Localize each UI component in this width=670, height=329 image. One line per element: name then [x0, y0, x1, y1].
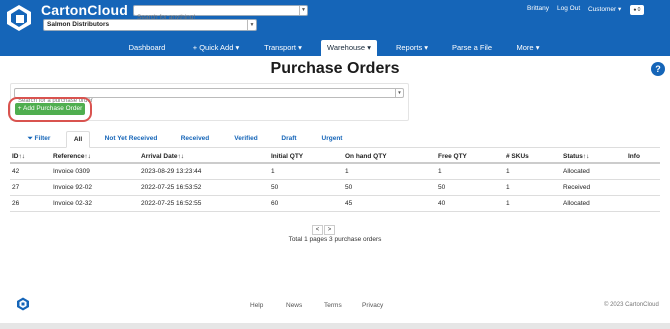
customer-label: Customer [588, 6, 617, 13]
cell-status: Allocated [563, 200, 590, 207]
cell-on-hand-qty: 1 [345, 168, 349, 175]
column-header-info: Info [628, 153, 640, 160]
filter-label: Filter [34, 135, 51, 142]
cartoncloud-logo-icon[interactable] [5, 4, 33, 32]
pagination-summary: Total 1 pages 3 purchase orders [288, 236, 382, 243]
brand-name[interactable]: CartonCloud [41, 2, 128, 18]
column-header-initial-qty: Initial QTY [271, 153, 304, 160]
copyright: © 2023 CartonCloud [604, 302, 659, 308]
footer-news-link[interactable]: News [286, 302, 302, 309]
filter-button[interactable]: ⏷ Filter [24, 131, 54, 148]
cell-free-qty: 40 [438, 200, 446, 207]
cell-id: 26 [12, 200, 20, 207]
nav-quick-add-label: + Quick Add [192, 43, 234, 52]
chevron-down-icon[interactable]: ▼ [247, 20, 256, 30]
filter-icon: ⏷ [27, 135, 33, 142]
cell-arrival-date: 2022-07-25 16:52:55 [141, 200, 202, 207]
caret-down-icon: ▾ [424, 43, 429, 52]
cell-reference: Invoice 92-02 [53, 184, 93, 191]
tab-urgent[interactable]: Urgent [319, 131, 345, 148]
tab-received[interactable]: Received [178, 131, 212, 148]
nav-more-label: More [516, 43, 534, 52]
cell-free-qty: 50 [438, 184, 446, 191]
nav-transport-label: Transport [264, 43, 296, 52]
bottom-bar [0, 323, 670, 329]
table-row[interactable]: 42 Invoice 0309 2023-08-29 13:23:44 1 1 … [10, 164, 660, 180]
global-search[interactable]: ▼ [133, 5, 308, 22]
caret-down-icon: ▾ [618, 6, 622, 13]
nav-reports[interactable]: Reports ▾ [390, 40, 434, 56]
logout-link[interactable]: Log Out [557, 5, 580, 12]
caret-down-icon: ▾ [298, 43, 302, 52]
cell-skus: 1 [506, 168, 510, 175]
column-header-status[interactable]: Status↑↓ [563, 151, 589, 162]
page: CartonCloud ▼ Salmon Distributors ▼ Brit… [0, 0, 670, 329]
cell-arrival-date: 2023-08-29 13:23:44 [141, 168, 202, 175]
status-tabs: ⏷ Filter All Not Yet Received Received V… [10, 131, 660, 148]
cell-id: 42 [12, 168, 20, 175]
next-page-button[interactable]: > [324, 225, 335, 235]
user-name-link[interactable]: Brittany [527, 5, 549, 12]
footer-logo-icon [17, 297, 29, 311]
chevron-down-icon[interactable]: ▼ [299, 6, 307, 15]
bell-icon: ♠ [633, 7, 637, 13]
cell-skus: 1 [506, 200, 510, 207]
cell-reference: Invoice 0309 [53, 168, 90, 175]
cell-status: Received [563, 184, 591, 191]
column-header-arrival-date[interactable]: Arrival Date↑↓ [141, 151, 184, 162]
caret-down-icon: ▾ [367, 43, 371, 52]
nav-quick-add[interactable]: + Quick Add ▾ [186, 40, 246, 56]
cell-initial-qty: 50 [271, 184, 279, 191]
table-row[interactable]: 26 Invoice 02-32 2022-07-25 16:52:55 60 … [10, 196, 660, 212]
cell-reference: Invoice 02-32 [53, 200, 93, 207]
nav-reports-label: Reports [395, 43, 423, 52]
previous-page-button[interactable]: < [312, 225, 323, 235]
cell-id: 27 [12, 184, 20, 191]
column-header-skus: # SKUs [506, 153, 529, 160]
column-header-free-qty: Free QTY [438, 153, 467, 160]
cell-arrival-date: 2022-07-25 16:53:52 [141, 184, 202, 191]
cell-free-qty: 1 [438, 168, 442, 175]
chevron-down-icon[interactable]: ▼ [395, 89, 403, 97]
cell-on-hand-qty: 45 [345, 200, 353, 207]
main-nav: Dashboard + Quick Add ▾ Transport ▾ Ware… [0, 40, 670, 56]
cell-on-hand-qty: 50 [345, 184, 353, 191]
cell-skus: 1 [506, 184, 510, 191]
nav-warehouse[interactable]: Warehouse ▾ [321, 40, 377, 56]
nav-warehouse-label: Warehouse [327, 43, 366, 52]
notifications-button[interactable]: ♠ 0 [630, 5, 644, 15]
tab-not-yet-received[interactable]: Not Yet Received [104, 131, 158, 148]
table-row[interactable]: 27 Invoice 92-02 2022-07-25 16:53:52 50 … [10, 180, 660, 196]
tab-draft[interactable]: Draft [279, 131, 299, 148]
footer-help-link[interactable]: Help [250, 302, 263, 309]
column-header-reference[interactable]: Reference↑↓ [53, 151, 91, 162]
tab-verified[interactable]: Verified [232, 131, 260, 148]
customer-menu[interactable]: Customer ▾ [588, 5, 621, 13]
organization-name: Salmon Distributors [47, 21, 110, 28]
cell-initial-qty: 60 [271, 200, 279, 207]
cell-status: Allocated [563, 168, 590, 175]
footer-terms-link[interactable]: Terms [324, 302, 342, 309]
caret-down-icon: ▾ [235, 43, 240, 52]
footer-privacy-link[interactable]: Privacy [362, 302, 383, 309]
nav-dashboard[interactable]: Dashboard [122, 40, 172, 56]
tab-all[interactable]: All [66, 131, 90, 148]
nav-more[interactable]: More ▾ [510, 40, 546, 56]
column-header-id[interactable]: ID↑↓ [12, 151, 25, 162]
table-header: ID↑↓ Reference↑↓ Arrival Date↑↓ Initial … [10, 151, 660, 164]
organization-select[interactable]: Salmon Distributors ▼ [43, 19, 257, 31]
cell-initial-qty: 1 [271, 168, 275, 175]
page-title: Purchase Orders [270, 60, 400, 77]
notification-count: 0 [637, 7, 641, 13]
top-header: CartonCloud ▼ Salmon Distributors ▼ Brit… [0, 0, 670, 56]
caret-down-icon: ▾ [535, 43, 540, 52]
highlight-ring [8, 97, 92, 122]
nav-parse-a-file[interactable]: Parse a File [448, 40, 496, 56]
help-button[interactable]: ? [651, 62, 665, 76]
nav-transport[interactable]: Transport ▾ [260, 40, 306, 56]
purchase-orders-table: ID↑↓ Reference↑↓ Arrival Date↑↓ Initial … [10, 151, 660, 212]
column-header-on-hand-qty: On hand QTY [345, 153, 387, 160]
